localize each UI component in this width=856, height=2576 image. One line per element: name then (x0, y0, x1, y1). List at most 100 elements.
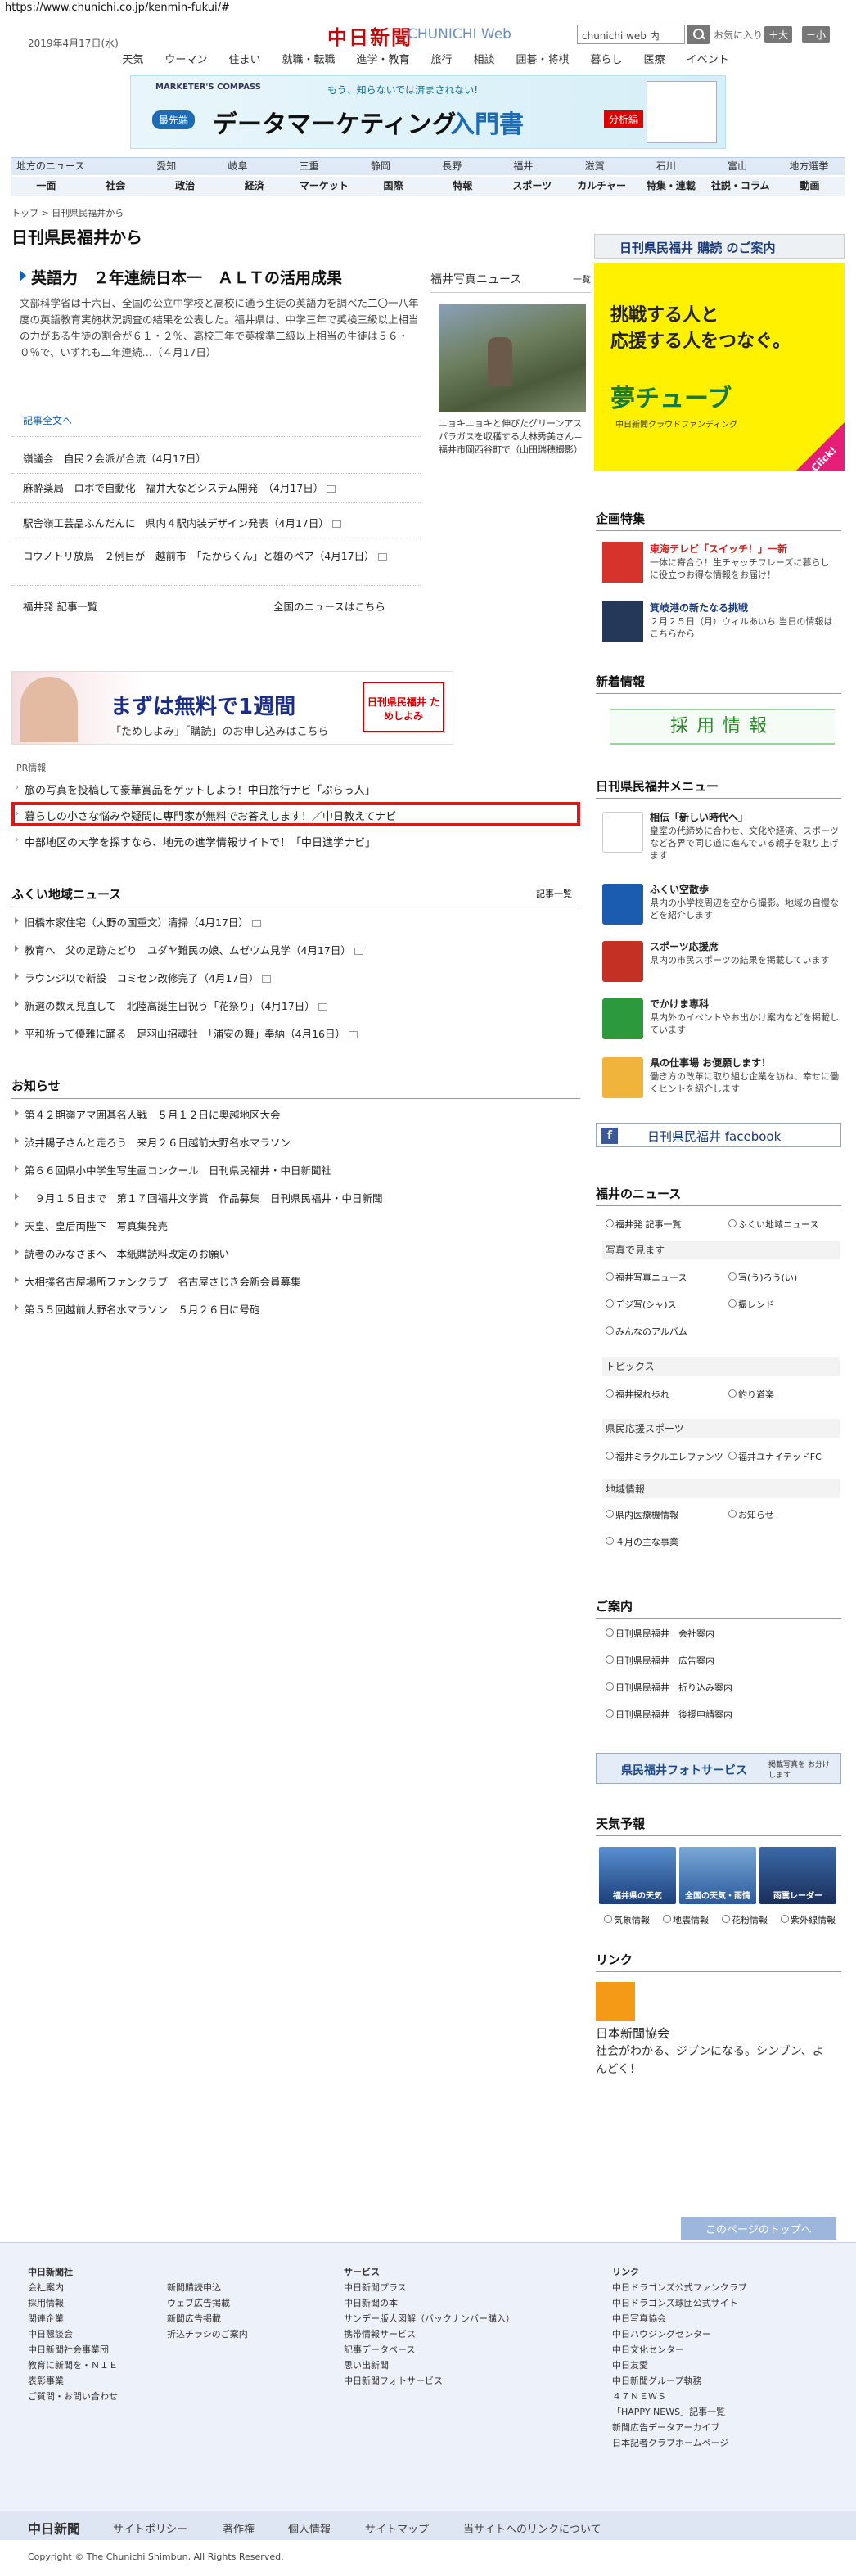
footer-link[interactable]: 折込チラシのご案内 (167, 2326, 248, 2342)
jsf-title[interactable]: 日本新聞協会 (596, 2024, 669, 2042)
photo-link[interactable]: 福井写真ニュース (606, 1271, 687, 1284)
category-item[interactable]: カルチャー (567, 177, 637, 196)
font-size-up-button[interactable]: ＋大 (764, 26, 793, 43)
photo-link[interactable]: 撮レンド (728, 1298, 774, 1311)
sports-link[interactable]: 福井ミラクルエレファンツ (606, 1450, 723, 1463)
bottom-link[interactable]: 当サイトへのリンクについて (463, 2520, 601, 2536)
menu-item[interactable]: でかけま専科 県内外のイベントやお出かけ案内などを掲載しています (602, 995, 840, 1054)
notice-item[interactable]: ９月１５日まで 第１７回福井文学賞 作品募集 日刊県民福井・中日新聞 (11, 1190, 580, 1205)
footer-link[interactable]: サンデー版大図解（バックナンバー購入） (344, 2311, 515, 2326)
footer-link[interactable]: 中日新聞グループ執務 (612, 2373, 747, 2389)
region-item[interactable]: 富山 (701, 158, 773, 175)
menu-item[interactable]: 県の仕事場 お便願します！ 働き方の改革に取り組む企業を訪ね、幸せに働くヒントを紹… (602, 1054, 840, 1113)
footer-link[interactable]: 中日ドラゴンズ公式ファンクラブ (612, 2280, 747, 2295)
kikaku-card[interactable]: 東海テレビ「スイッチ！」一新 一体に寄合う！生チャッチフレーズに暮らしに役立つお… (602, 537, 840, 586)
notice-item[interactable]: 読者のみなさまへ 本紙購読料改定のお願い (11, 1245, 580, 1261)
menu-item[interactable]: スポーツ応援席 県内の市民スポーツの結果を掲載しています (602, 938, 840, 997)
lead-headline[interactable]: 英語力 ２年連続日本一 ＡＬＴの活用成果 (20, 266, 342, 288)
footer-link[interactable]: 中日ハウジングセンター (612, 2326, 747, 2342)
category-item[interactable]: 経済 (219, 177, 289, 196)
site-logo-en[interactable]: CHUNICHI Web (408, 26, 511, 43)
notice-item[interactable]: 天皇、皇后両陛下 写真集発売 (11, 1218, 580, 1233)
sports-link[interactable]: 福井ユナイテッドFC (728, 1450, 822, 1463)
region-item[interactable]: 地方のニュース (11, 158, 131, 175)
menu-item[interactable]: ふくい空散歩 県内の小学校周辺を空から撮影。地域の自慢などを紹介します (602, 880, 840, 939)
guide-link[interactable]: 日刊県民福井 広告案内 (606, 1654, 714, 1667)
site-logo[interactable]: 中日新聞 (327, 21, 412, 50)
footer-link[interactable]: 中日ドラゴンズ球団公式サイト (612, 2295, 747, 2311)
weather-link[interactable]: 気象情報 (604, 1913, 650, 1926)
notice-item[interactable]: 大相撲名古屋場所ファンクラブ 名古屋さじき会新会員募集 (11, 1273, 580, 1289)
footer-link[interactable]: ４７ＮＥＷＳ (612, 2389, 747, 2404)
footer-link[interactable]: 新聞購読申込 (167, 2280, 248, 2295)
local-news-item[interactable]: 新選の数え見直して 北陸高誕生日祝う「花祭り」（4月17日） (11, 998, 580, 1013)
category-item[interactable]: スポーツ (498, 177, 567, 196)
region-item[interactable]: 静岡 (345, 158, 416, 175)
search-icon[interactable] (687, 25, 710, 44)
footer-link[interactable]: 日本記者クラブホームページ (612, 2435, 747, 2451)
trial-subscription-banner[interactable]: まずは無料で1週間 「ためしよみ」「購読」のお申し込みはこちら 日刊県民福井 た… (11, 671, 453, 745)
region-item[interactable]: 地方選挙 (773, 158, 845, 175)
footer-link[interactable]: 新聞広告掲載 (167, 2311, 248, 2326)
topnav-item[interactable]: ウーマン (154, 51, 218, 70)
footer-link[interactable]: 「HAPPY NEWS」記事一覧 (612, 2404, 747, 2420)
pr-item[interactable]: 旅の写真を投稿して豪華賞品をゲットしよう！中日旅行ナビ「ぶらっ人」 (11, 781, 580, 797)
kikaku-card[interactable]: 箕岐港の新たなる挑戦 ２月２５日（月）ウィルあいち 当日の情報はこちらから (602, 596, 840, 645)
article-link[interactable]: 駅舎嶺工芸品ふんだんに 県内４駅内装デザイン発表（4月17日） (23, 516, 416, 531)
bottom-link[interactable]: サイトマップ (365, 2520, 429, 2536)
region-link[interactable]: お知らせ (728, 1508, 774, 1521)
jsf-logo[interactable] (596, 1982, 635, 2021)
topnav-item[interactable]: イベント (676, 51, 740, 70)
region-item[interactable]: 石川 (630, 158, 701, 175)
weather-national-button[interactable]: 全国の天気・雨情 (679, 1847, 756, 1904)
menu-item[interactable]: 相伝「新しい時代へ」 皇室の代締めに合わせ、文化や経済、スポーツなど各界で同じ道に… (602, 808, 840, 867)
topnav-item[interactable]: 医療 (633, 51, 676, 70)
article-link[interactable]: 嶺議会 自民２会派が合流（4月17日） (23, 452, 416, 466)
footer-link[interactable]: 表彰事業 (28, 2373, 118, 2389)
category-item[interactable]: マーケット (289, 177, 358, 196)
back-to-top-button[interactable]: このページのトップへ (681, 2217, 836, 2240)
topics-link[interactable]: 釣り道楽 (728, 1388, 774, 1401)
weather-link[interactable]: 地震情報 (663, 1913, 709, 1926)
footer-link[interactable]: 採用情報 (28, 2295, 118, 2311)
local-news-item[interactable]: ラウンジ以で新設 コミセン改修完了（4月17日） (11, 970, 580, 985)
notice-item[interactable]: 渋井陽子さんと走ろう 来月２６日越前大野名水マラソン (11, 1134, 580, 1150)
topnav-item[interactable]: 暮らし (580, 51, 633, 70)
photo-service-banner[interactable]: 県民福井フォトサービス 掲載写真を お分けします (596, 1753, 841, 1784)
photo-link[interactable]: デジ写(シャ)ス (606, 1298, 677, 1311)
footer-link[interactable]: 記事データベース (344, 2342, 515, 2358)
footer-link[interactable]: 会社案内 (28, 2280, 118, 2295)
asparagus-photo[interactable] (439, 304, 586, 412)
weather-link[interactable]: 紫外線情報 (781, 1913, 836, 1926)
region-item[interactable]: 長野 (417, 158, 488, 175)
footer-link[interactable]: 中日文化センター (612, 2342, 747, 2358)
footer-link[interactable]: 新聞広告データアーカイブ (612, 2420, 747, 2435)
font-size-down-button[interactable]: －小 (802, 26, 831, 43)
footer-link[interactable]: 関連企業 (28, 2311, 118, 2326)
topnav-item[interactable]: 囲碁・将棋 (506, 51, 580, 70)
notice-item[interactable]: 第５５回越前大野名水マラソン ５月２６日に号砲 (11, 1301, 580, 1317)
guide-link[interactable]: 日刊県民福井 折り込み案内 (606, 1681, 732, 1694)
local-news-more[interactable]: 記事一覧 (536, 887, 572, 900)
article-link[interactable]: コウノトリ放鳥 ２例目が 越前市 「たからくん」と雄のペア（4月17日） (23, 549, 416, 564)
category-item[interactable]: 一面 (11, 177, 81, 196)
category-item[interactable]: 社説・コラム (705, 177, 775, 196)
photo-link[interactable]: みんなのアルバム (606, 1325, 687, 1338)
subscribe-banner[interactable]: 日刊県民福井 購読 のご案内 (594, 234, 845, 259)
pr-item[interactable]: 中部地区の大学を探すなら、地元の進学情報サイトで！「中日進学ナビ」 (11, 834, 580, 849)
category-item[interactable]: 社会 (81, 177, 151, 196)
pr-item[interactable]: 暮らしの小さな悩みや疑問に専門家が無料でお答えします！／中日教えてナビ (11, 808, 580, 823)
topnav-item[interactable]: 相談 (463, 51, 506, 70)
category-item[interactable]: 国際 (358, 177, 428, 196)
topnav-item[interactable]: 旅行 (420, 51, 462, 70)
national-news-link[interactable]: 全国のニュースはこちら (273, 598, 385, 614)
bottom-link[interactable]: 個人情報 (288, 2520, 331, 2536)
region-item[interactable]: 愛知 (131, 158, 202, 175)
category-item[interactable]: 特報 (428, 177, 498, 196)
bottom-link[interactable]: 著作権 (223, 2520, 255, 2536)
footer-link[interactable]: ご質問・お問い合わせ (28, 2389, 118, 2404)
footer-link[interactable]: 中日懇談会 (28, 2326, 118, 2342)
footer-link[interactable]: 中日新聞フォトサービス (344, 2373, 515, 2389)
local-news-item[interactable]: 平和祈って優雅に踊る 足羽山招魂社 「浦安の舞」奉納（4月16日） (11, 1025, 580, 1041)
footer-link[interactable]: 中日友愛 (612, 2358, 747, 2373)
